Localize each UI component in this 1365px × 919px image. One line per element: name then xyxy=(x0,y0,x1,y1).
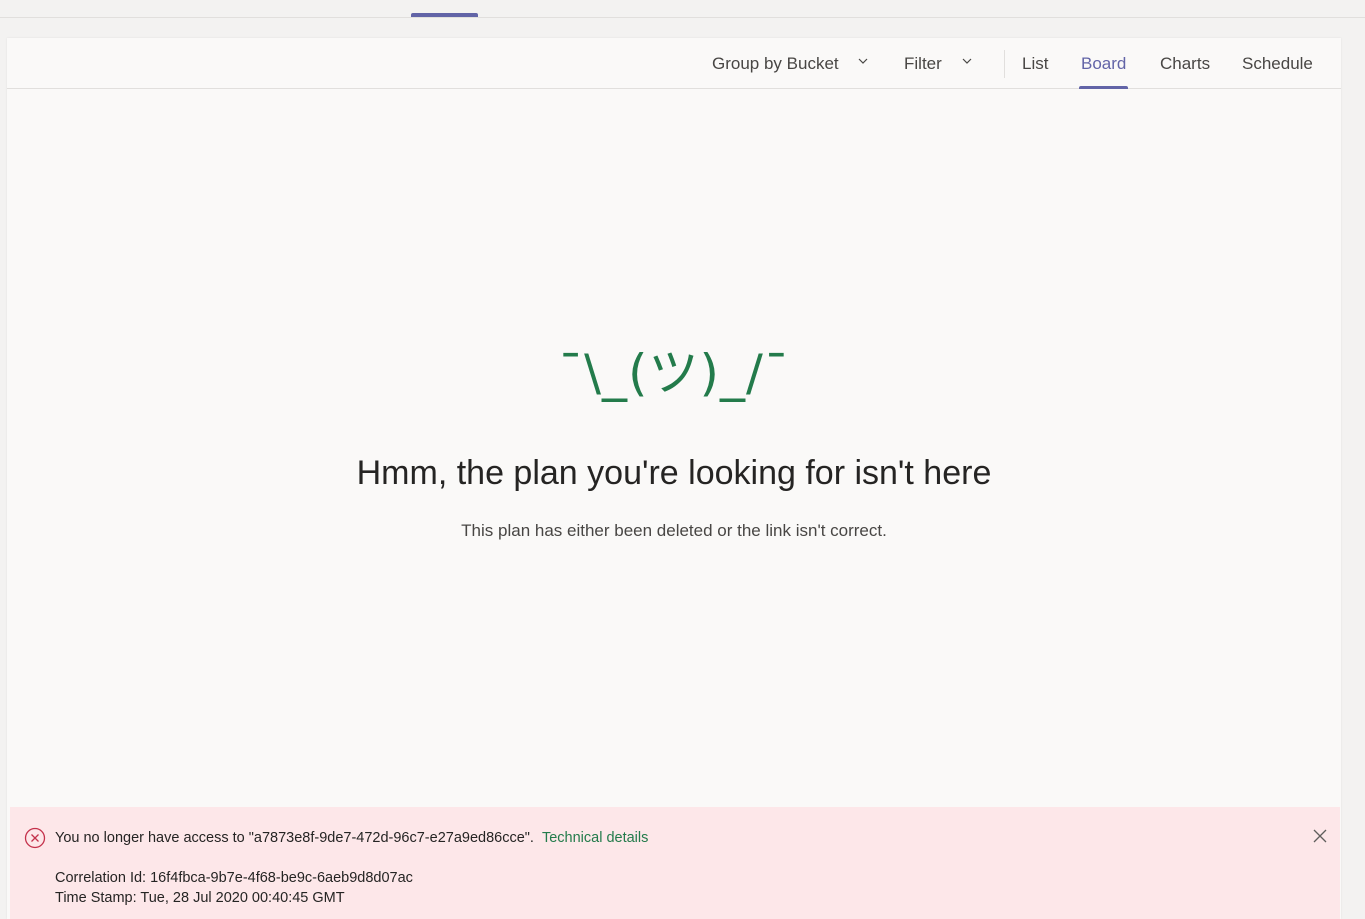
filter-dropdown[interactable]: Filter xyxy=(904,38,973,89)
empty-state-subtitle: This plan has either been deleted or the… xyxy=(461,521,887,540)
empty-state: ¯\_(ツ)_/¯ Hmm, the plan you're looking f… xyxy=(7,338,1341,543)
empty-state-title: Hmm, the plan you're looking for isn't h… xyxy=(356,454,992,492)
chevron-down-icon xyxy=(962,58,971,64)
filter-label: Filter xyxy=(904,54,942,73)
tab-list[interactable]: List xyxy=(1022,38,1048,89)
time-stamp: Time Stamp: Tue, 28 Jul 2020 00:40:45 GM… xyxy=(55,890,345,906)
toolbar: Group by Bucket Filter List Board Charts… xyxy=(7,38,1341,89)
active-tab-indicator xyxy=(411,13,478,17)
tab-schedule[interactable]: Schedule xyxy=(1242,38,1313,89)
top-tab-strip xyxy=(0,0,1365,18)
error-details: Correlation Id: 16f4fbca-9b7e-4f68-be9c-… xyxy=(55,868,413,908)
error-banner: You no longer have access to "a7873e8f-9… xyxy=(10,807,1340,919)
close-icon[interactable] xyxy=(1312,828,1328,844)
correlation-id: Correlation Id: 16f4fbca-9b7e-4f68-be9c-… xyxy=(55,870,413,886)
technical-details-link[interactable]: Technical details xyxy=(542,830,648,846)
toolbar-divider xyxy=(1004,50,1005,78)
tab-board[interactable]: Board xyxy=(1078,38,1129,89)
shrug-emoticon: ¯\_(ツ)_/¯ xyxy=(558,344,790,402)
tab-charts[interactable]: Charts xyxy=(1160,38,1210,89)
chevron-down-icon xyxy=(858,58,868,64)
group-by-label: Group by Bucket xyxy=(712,54,839,73)
planner-panel: Group by Bucket Filter List Board Charts… xyxy=(7,38,1341,919)
group-by-dropdown[interactable]: Group by Bucket xyxy=(712,38,869,89)
error-circle-icon xyxy=(24,827,46,849)
error-message: You no longer have access to "a7873e8f-9… xyxy=(55,830,534,846)
error-message-line: You no longer have access to "a7873e8f-9… xyxy=(55,828,648,848)
